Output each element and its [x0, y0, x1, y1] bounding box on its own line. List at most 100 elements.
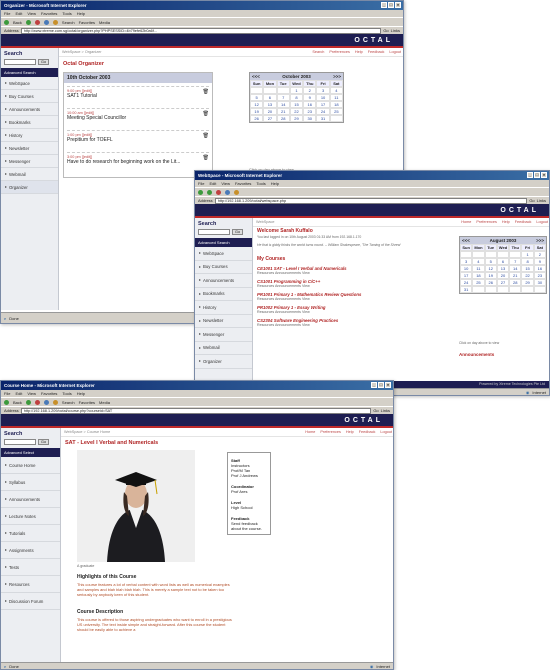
sidebar-item-buy-courses[interactable]: Buy Courses: [1, 90, 58, 103]
menu-help[interactable]: Help: [77, 391, 85, 396]
go-button[interactable]: Go: [383, 28, 388, 33]
calendar-day[interactable]: 8: [521, 258, 534, 265]
calendar-day[interactable]: 4: [329, 87, 343, 94]
search-go-button[interactable]: Go: [38, 439, 50, 445]
go-button[interactable]: Go: [373, 408, 378, 413]
sidebar-item-announcements[interactable]: Announcements: [195, 274, 252, 288]
sidebar-item-announcements[interactable]: Announcements: [1, 103, 58, 116]
calendar-day[interactable]: 29: [289, 115, 304, 122]
menu-favorites[interactable]: Favorites: [235, 181, 251, 186]
window-titlebar[interactable]: Organizer - Microsoft Internet Explorer …: [1, 1, 403, 10]
course-links[interactable]: Resources Announcements View: [257, 271, 453, 275]
calendar-day[interactable]: 30: [533, 279, 546, 286]
calendar-day[interactable]: 28: [509, 279, 522, 286]
stop-icon[interactable]: [34, 19, 40, 25]
home-icon[interactable]: [234, 189, 239, 195]
address-input[interactable]: http://192.168.1.209/octal/course.php?co…: [20, 407, 372, 414]
menu-edit[interactable]: Edit: [15, 11, 22, 16]
sidebar-item-history[interactable]: History: [1, 129, 58, 142]
calendar-day[interactable]: 14: [509, 265, 522, 272]
feedback-link[interactable]: Feedback: [368, 50, 385, 54]
close-icon[interactable]: ×: [395, 2, 401, 8]
sidebar-item-resources[interactable]: Resources: [1, 576, 60, 593]
feedback-link[interactable]: Feedback: [515, 220, 532, 224]
back-icon[interactable]: [198, 189, 203, 195]
staff-item[interactable]: Prof J Andrews: [231, 473, 267, 478]
calendar-day[interactable]: 24: [460, 279, 473, 286]
preferences-link[interactable]: Preferences: [320, 430, 340, 434]
back-icon[interactable]: [4, 399, 9, 405]
calendar-day[interactable]: 10: [460, 265, 473, 272]
media-button[interactable]: Media: [99, 20, 110, 25]
help-link[interactable]: Help: [502, 220, 510, 224]
calendar-day[interactable]: 7: [276, 94, 290, 101]
maximize-icon[interactable]: □: [378, 382, 384, 388]
home-link[interactable]: Home: [461, 220, 471, 224]
minimize-icon[interactable]: _: [381, 2, 387, 8]
next-month-button[interactable]: >>>: [333, 74, 341, 79]
window-titlebar[interactable]: Course Home - Microsoft Internet Explore…: [1, 381, 393, 390]
course-links[interactable]: Resources Announcements View: [257, 284, 453, 288]
close-icon[interactable]: ×: [541, 172, 547, 178]
course-name[interactable]: Programming in C/C++: [274, 279, 321, 284]
calendar-day[interactable]: 4: [472, 258, 485, 265]
sidebar-item-lecture-notes[interactable]: Lecture Notes: [1, 508, 60, 525]
menu-file[interactable]: File: [198, 181, 204, 186]
menu-view[interactable]: View: [27, 391, 36, 396]
stop-icon[interactable]: [34, 399, 40, 405]
calendar-day[interactable]: 23: [533, 272, 546, 279]
search-go-button[interactable]: Go: [232, 229, 244, 235]
menu-edit[interactable]: Edit: [15, 391, 22, 396]
address-input[interactable]: http://192.168.1.209/octal/webspace.php: [214, 197, 528, 204]
calendar-day[interactable]: 25: [329, 108, 343, 115]
course-item[interactable]: PR1002 Primary 1 - Essay Writing Resource…: [257, 305, 453, 314]
window-titlebar[interactable]: WebSpace - Microsoft Internet Explorer _…: [195, 171, 549, 180]
calendar-day[interactable]: 29: [521, 279, 534, 286]
prev-month-button[interactable]: <<<: [462, 238, 470, 243]
calendar-day[interactable]: 22: [521, 272, 534, 279]
calendar-day[interactable]: 11: [472, 265, 485, 272]
calendar-day[interactable]: 19: [250, 108, 264, 115]
sidebar-item-bookmarks[interactable]: Bookmarks: [1, 116, 58, 129]
calendar-day[interactable]: 6: [496, 258, 510, 265]
calendar-day[interactable]: 19: [484, 272, 497, 279]
logout-link[interactable]: Logout: [536, 220, 548, 224]
calendar-day[interactable]: 24: [316, 108, 330, 115]
search-input[interactable]: [198, 229, 230, 235]
links-button[interactable]: Links: [537, 198, 546, 203]
menu-tools[interactable]: Tools: [62, 11, 71, 16]
search-button[interactable]: Search: [62, 400, 75, 405]
search-input[interactable]: [4, 439, 36, 445]
sidebar-item-discussion-forum[interactable]: Discussion Forum: [1, 593, 60, 610]
calendar-day[interactable]: 14: [276, 101, 290, 108]
preferences-link[interactable]: Preferences: [329, 50, 349, 54]
delete-icon[interactable]: 🗑: [203, 89, 209, 95]
calendar-day[interactable]: 15: [521, 265, 534, 272]
favorites-button[interactable]: Favorites: [79, 400, 95, 405]
sidebar-item-organizer[interactable]: Organizer: [195, 355, 252, 369]
favorites-button[interactable]: Favorites: [79, 20, 95, 25]
menu-view[interactable]: View: [221, 181, 230, 186]
course-name[interactable]: Software Engineering Practices: [274, 318, 338, 323]
course-item[interactable]: CS1001 Programming in C/C++ Resources Ann…: [257, 279, 453, 288]
calendar-day[interactable]: 12: [484, 265, 497, 272]
next-month-button[interactable]: >>>: [536, 238, 544, 243]
calendar-day[interactable]: 18: [329, 101, 343, 108]
delete-icon[interactable]: 🗑: [203, 155, 209, 161]
sidebar-item-webmail[interactable]: Webmail: [1, 168, 58, 181]
calendar-day[interactable]: 26: [250, 115, 264, 122]
calendar-day[interactable]: 3: [460, 258, 473, 265]
course-item[interactable]: CE1001 SAT - Level I Verbal and Numerica…: [257, 266, 453, 275]
sidebar-item-newsletter[interactable]: Newsletter: [1, 142, 58, 155]
sidebar-item-announcements[interactable]: Announcements: [1, 491, 60, 508]
sidebar-item-buy-courses[interactable]: Buy Courses: [195, 261, 252, 274]
calendar-day[interactable]: 10: [316, 94, 330, 101]
home-icon[interactable]: [52, 19, 58, 25]
maximize-icon[interactable]: □: [388, 2, 394, 8]
refresh-icon[interactable]: [43, 399, 49, 405]
calendar-day[interactable]: 31: [460, 286, 473, 293]
course-item[interactable]: CS2304 Software Engineering Practices Res…: [257, 318, 453, 327]
calendar-day[interactable]: 28: [276, 115, 290, 122]
sidebar-item-tests[interactable]: Tests: [1, 559, 60, 576]
sidebar-item-syllabus[interactable]: Syllabus: [1, 474, 60, 491]
